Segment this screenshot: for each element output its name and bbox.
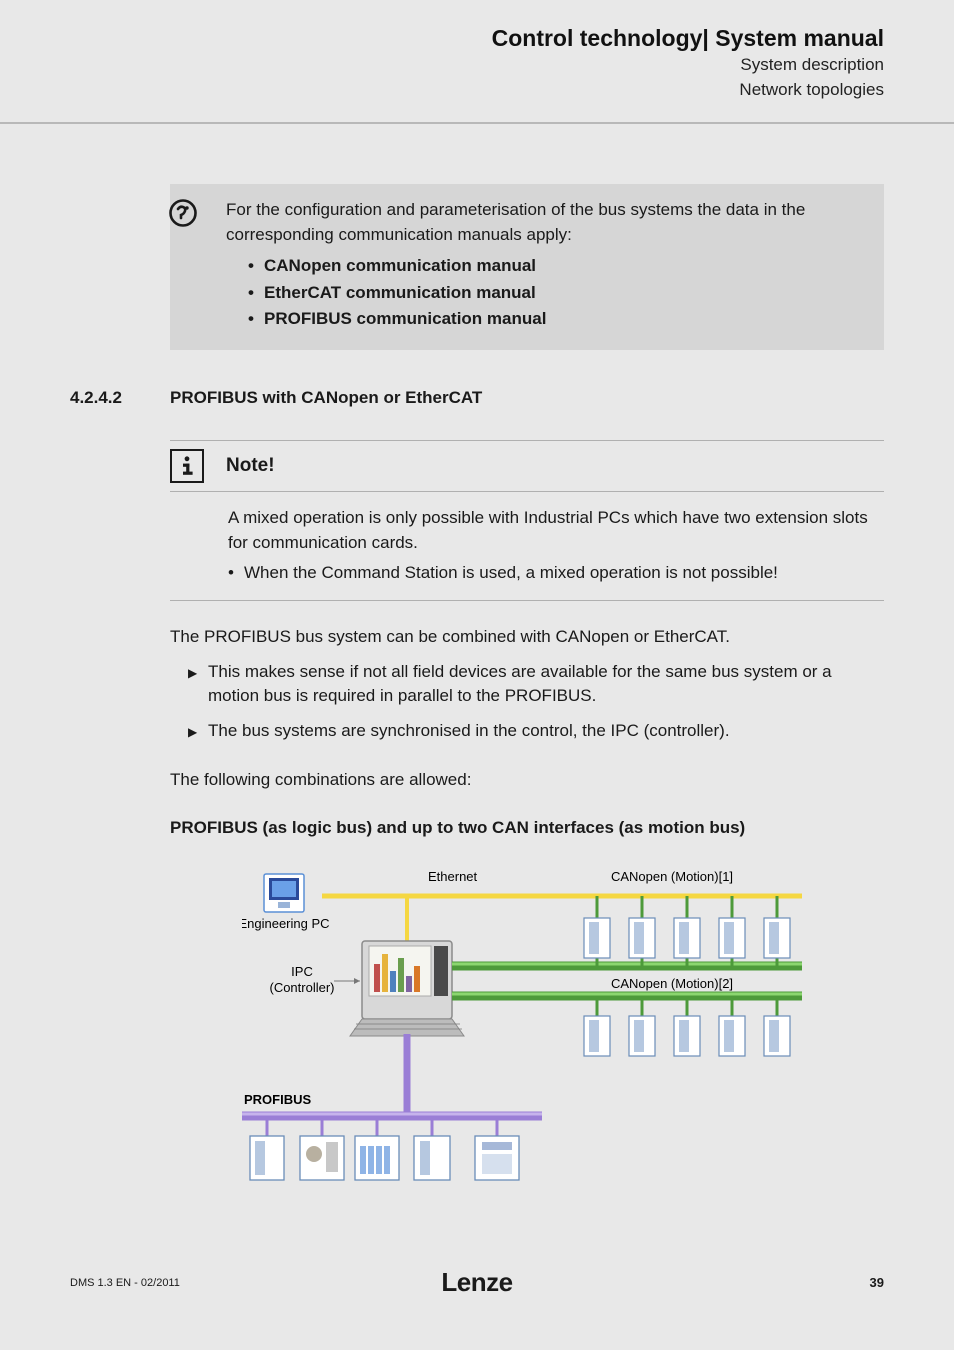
- doc-subtitle-1: System description: [70, 54, 884, 77]
- combination-subhead: PROFIBUS (as logic bus) and up to two CA…: [170, 818, 884, 838]
- tip-intro: For the configuration and parameterisati…: [226, 198, 864, 247]
- label-can1: CANopen (Motion)[1]: [611, 869, 733, 884]
- note-body-text: A mixed operation is only possible with …: [228, 506, 884, 555]
- label-ethernet: Ethernet: [428, 869, 478, 884]
- page-header: Control technology| System manual System…: [0, 0, 954, 124]
- note-bullet: When the Command Station is used, a mixe…: [228, 561, 884, 586]
- section-number: 4.2.4.2: [70, 388, 170, 408]
- paragraph: The PROFIBUS bus system can be combined …: [170, 625, 884, 650]
- paragraph: The following combinations are allowed:: [170, 768, 884, 793]
- doc-subtitle-2: Network topologies: [70, 79, 884, 102]
- tip-callout: For the configuration and parameterisati…: [170, 184, 884, 350]
- label-ipc-sub: (Controller): [269, 980, 334, 995]
- arrow-item: The bus systems are synchronised in the …: [188, 719, 884, 744]
- section-heading: 4.2.4.2 PROFIBUS with CANopen or EtherCA…: [70, 388, 884, 408]
- note-callout: Note! A mixed operation is only possible…: [170, 440, 884, 601]
- tip-item: CANopen communication manual: [248, 253, 864, 279]
- tip-icon: [168, 198, 198, 228]
- tip-item: EtherCAT communication manual: [248, 280, 864, 306]
- section-title: PROFIBUS with CANopen or EtherCAT: [170, 388, 482, 408]
- footer-docid: DMS 1.3 EN - 02/2011: [70, 1277, 180, 1289]
- doc-title: Control technology| System manual: [70, 25, 884, 52]
- label-profibus: PROFIBUS: [244, 1092, 312, 1107]
- topology-diagram: Ethernet Engineering PC IPC (Controller): [242, 856, 812, 1196]
- label-eng-pc: Engineering PC: [242, 916, 330, 931]
- page-footer: DMS 1.3 EN - 02/2011 Lenze 39: [70, 1275, 884, 1290]
- label-ipc: IPC: [291, 964, 313, 979]
- info-icon: [170, 449, 204, 483]
- page-number: 39: [870, 1275, 884, 1290]
- arrow-item: This makes sense if not all field device…: [188, 660, 884, 709]
- label-can2: CANopen (Motion)[2]: [611, 976, 733, 991]
- brand-logo: Lenze: [441, 1267, 512, 1298]
- note-title: Note!: [226, 455, 275, 477]
- tip-item: PROFIBUS communication manual: [248, 306, 864, 332]
